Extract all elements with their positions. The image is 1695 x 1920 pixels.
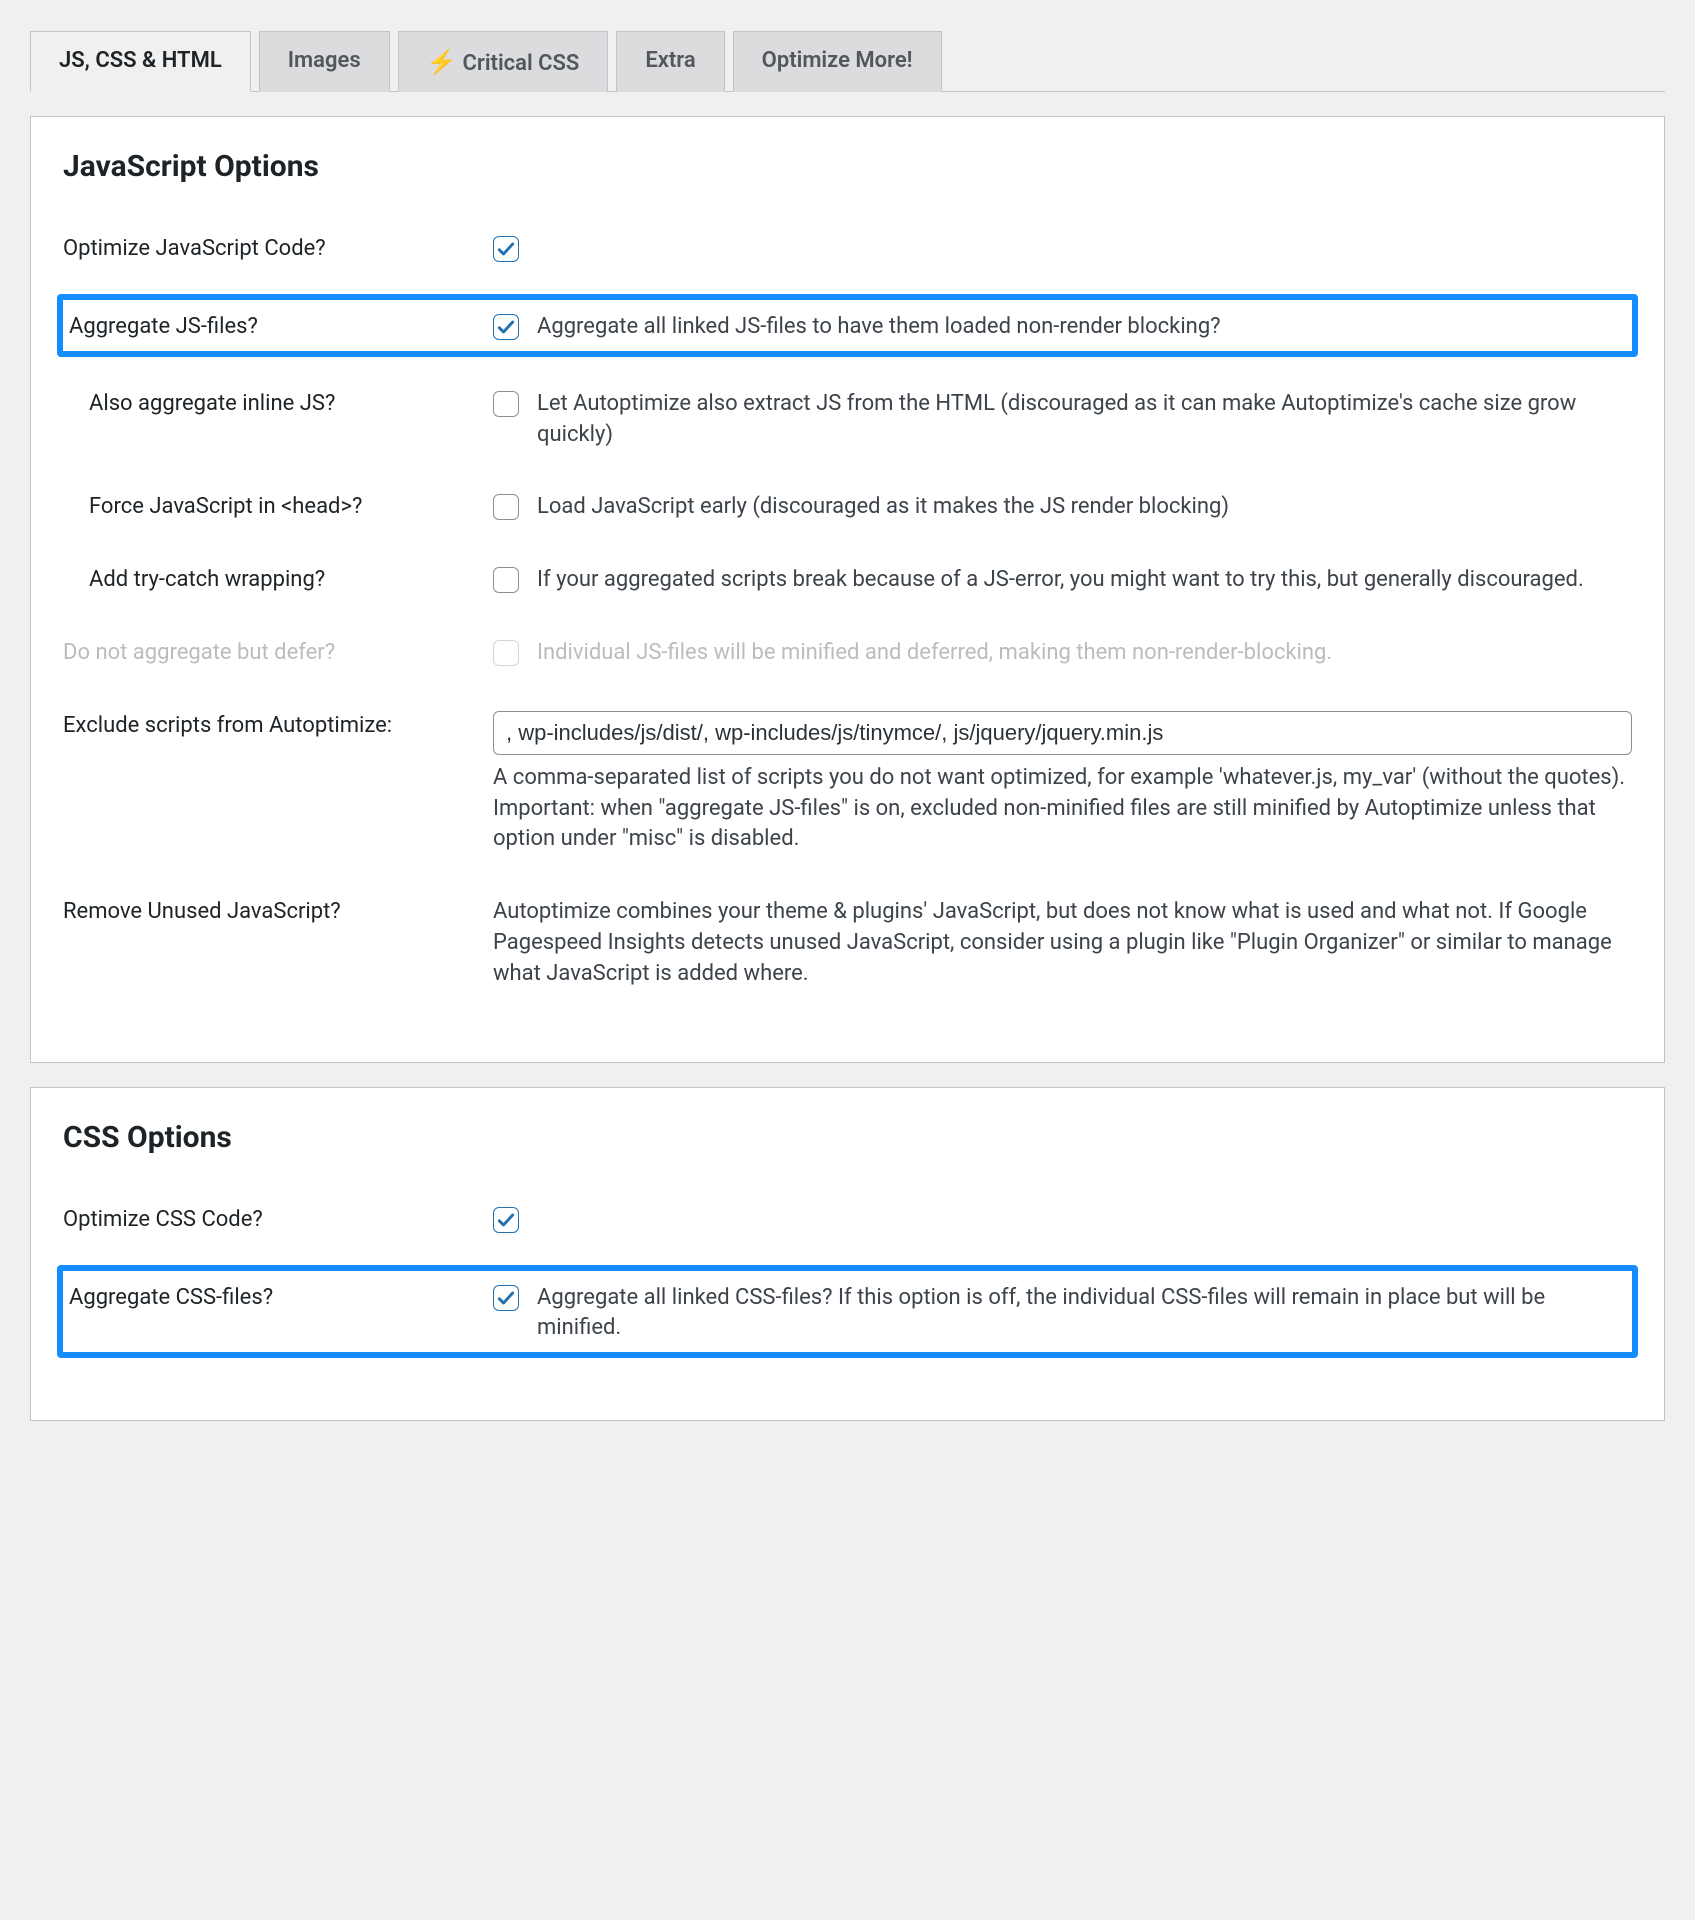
optimize-css-checkbox[interactable] (493, 1207, 519, 1233)
remove-js-desc: Autoptimize combines your theme & plugin… (493, 897, 1632, 989)
trycatch-label: Add try-catch wrapping? (63, 565, 493, 592)
inline-js-desc: Let Autoptimize also extract JS from the… (537, 389, 1632, 451)
exclude-desc: A comma-separated list of scripts you do… (493, 763, 1632, 855)
remove-js-label: Remove Unused JavaScript? (63, 897, 493, 924)
force-head-checkbox[interactable] (493, 494, 519, 520)
tab-critical-css[interactable]: ⚡Critical CSS (398, 31, 609, 92)
tab-images[interactable]: Images (259, 31, 390, 92)
aggregate-css-desc: Aggregate all linked CSS-files? If this … (537, 1283, 1626, 1345)
aggregate-js-label: Aggregate JS-files? (69, 312, 493, 339)
defer-desc: Individual JS-files will be minified and… (537, 638, 1332, 669)
bolt-icon: ⚡ (427, 48, 457, 76)
inline-js-label: Also aggregate inline JS? (63, 389, 493, 416)
aggregate-css-checkbox[interactable] (493, 1285, 519, 1311)
css-options-panel: CSS Options Optimize CSS Code? Aggregate… (30, 1087, 1665, 1422)
tab-js-css-html[interactable]: JS, CSS & HTML (30, 31, 251, 92)
trycatch-desc: If your aggregated scripts break because… (537, 565, 1584, 596)
js-options-heading: JavaScript Options (31, 149, 1664, 184)
optimize-js-label: Optimize JavaScript Code? (63, 234, 493, 261)
optimize-css-label: Optimize CSS Code? (63, 1205, 493, 1232)
force-head-label: Force JavaScript in <head>? (63, 492, 493, 519)
defer-label: Do not aggregate but defer? (63, 638, 493, 665)
exclude-label: Exclude scripts from Autoptimize: (63, 711, 493, 738)
aggregate-css-highlight: Aggregate CSS-files? Aggregate all linke… (57, 1265, 1638, 1359)
aggregate-css-label: Aggregate CSS-files? (69, 1283, 493, 1310)
optimize-js-checkbox[interactable] (493, 236, 519, 262)
aggregate-js-checkbox[interactable] (493, 314, 519, 340)
aggregate-js-highlight: Aggregate JS-files? Aggregate all linked… (57, 294, 1638, 357)
force-head-desc: Load JavaScript early (discouraged as it… (537, 492, 1229, 523)
defer-checkbox (493, 640, 519, 666)
exclude-input[interactable] (493, 711, 1632, 755)
tab-extra[interactable]: Extra (616, 31, 724, 92)
tab-critical-css-label: Critical CSS (463, 51, 580, 76)
css-options-heading: CSS Options (31, 1120, 1664, 1155)
inline-js-checkbox[interactable] (493, 391, 519, 417)
aggregate-js-desc: Aggregate all linked JS-files to have th… (537, 312, 1221, 343)
tab-optimize-more[interactable]: Optimize More! (733, 31, 942, 92)
tab-bar: JS, CSS & HTML Images ⚡Critical CSS Extr… (30, 30, 1665, 92)
js-options-panel: JavaScript Options Optimize JavaScript C… (30, 116, 1665, 1063)
trycatch-checkbox[interactable] (493, 567, 519, 593)
